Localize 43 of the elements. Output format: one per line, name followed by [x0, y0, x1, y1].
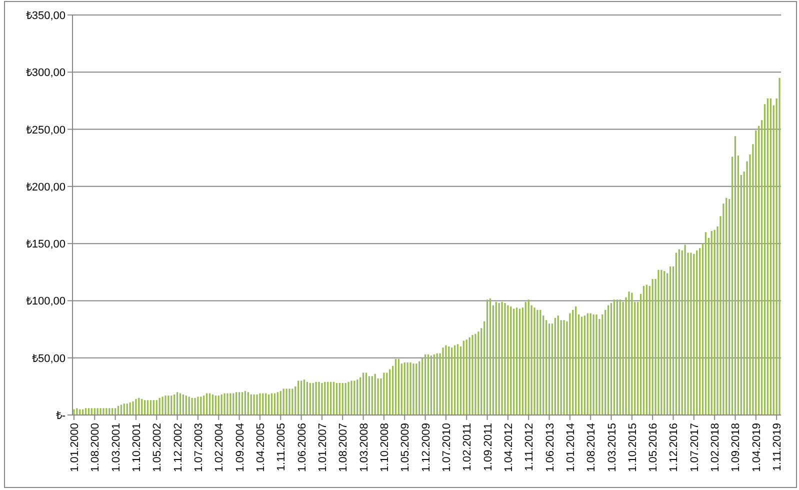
axis-label: ₺150,00 — [26, 238, 66, 251]
axis-label: 1.04.2012 — [502, 423, 515, 472]
axis-label: 1.02.2004 — [214, 423, 226, 472]
axis-label: 1.09.2004 — [234, 423, 246, 472]
axis-label: 1.11.2005 — [276, 423, 288, 472]
axis-label: 1.01.2000 — [68, 423, 81, 472]
axis-label: ₺300,00 — [26, 67, 66, 80]
axis-label: ₺- — [56, 410, 66, 422]
axis-label: 1.06.2006 — [296, 423, 308, 472]
axis-label: 1.10.2015 — [626, 423, 639, 472]
axis-label: 1.09.2011 — [482, 423, 494, 472]
axis-label: 1.07.2003 — [192, 423, 205, 472]
axis-label: 1.12.2016 — [668, 423, 680, 472]
axis-label: 1.04.2019 — [750, 423, 763, 472]
axis-label: 1.05.2009 — [400, 423, 412, 472]
axis-label: 1.12.2002 — [172, 423, 184, 472]
axis-label: 1.10.2008 — [378, 423, 391, 472]
axis-label: 1.11.2012 — [524, 423, 536, 472]
axis-label: 1.10.2001 — [130, 423, 143, 472]
axis-label: ₺350,00 — [26, 10, 66, 22]
axis-label: 1.01.2007 — [316, 423, 329, 472]
axis-label: 1.03.2001 — [110, 423, 122, 472]
axis-label: 1.08.2007 — [338, 423, 350, 472]
axis-label: 1.02.2018 — [710, 423, 722, 472]
axis-label: ₺50,00 — [32, 352, 66, 365]
axis-label: 1.06.2013 — [544, 423, 556, 472]
axis-label: 1.12.2009 — [420, 423, 432, 472]
axis-label: 1.07.2017 — [688, 423, 701, 472]
axis-label: ₺250,00 — [26, 124, 66, 136]
axis-label: ₺100,00 — [26, 296, 66, 308]
axis-label: 1.02.2011 — [462, 423, 474, 472]
axis-label: 1.04.2005 — [254, 423, 267, 472]
axis-label: 1.05.2016 — [648, 423, 660, 472]
axis-label: 1.09.2018 — [730, 423, 742, 472]
axis-label: 1.08.2014 — [586, 423, 598, 472]
axis-label: 1.05.2002 — [152, 423, 164, 472]
axis-label: 1.03.2008 — [358, 423, 370, 472]
axis-label: 1.07.2010 — [440, 423, 453, 472]
axis-label: 1.08.2000 — [90, 423, 102, 472]
axis-label: ₺200,00 — [26, 181, 66, 194]
axis-label: 1.03.2015 — [606, 423, 618, 472]
axis-label: 1.11.2019 — [772, 423, 784, 472]
axis-label: 1.01.2014 — [564, 423, 577, 472]
